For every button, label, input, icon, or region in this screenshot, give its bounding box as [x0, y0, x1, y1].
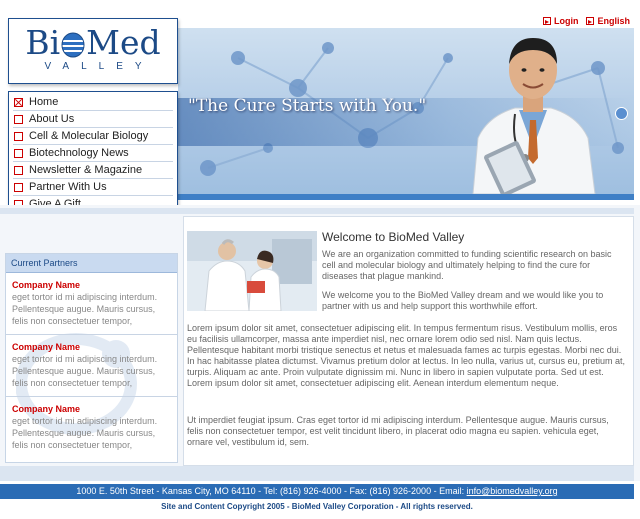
nav-item-label: Newsletter & Magazine — [29, 164, 143, 176]
checkbox-icon — [14, 148, 23, 158]
welcome-heading: Welcome to BioMed Valley — [322, 230, 465, 244]
footer-email-link[interactable]: info@biomedvalley.org — [467, 486, 558, 496]
logo-text-left: Bi — [25, 23, 61, 62]
sidebar-title: Current Partners — [6, 254, 177, 273]
lab-photo — [187, 231, 317, 311]
nav-item-label: Cell & Molecular Biology — [29, 130, 149, 142]
top-links: Login English — [542, 16, 630, 26]
checked-box-icon — [14, 97, 23, 107]
footer-address: 1000 E. 50th Street - Kansas City, MO 64… — [76, 486, 465, 496]
arrow-icon — [542, 17, 551, 25]
partner-name-link[interactable]: Company Name — [12, 403, 171, 415]
login-label: Login — [553, 16, 579, 26]
body-paragraph-1: Lorem ipsum dolor sit amet, consectetuer… — [187, 323, 626, 388]
arrow-icon — [586, 17, 595, 25]
globe-icon — [61, 32, 85, 58]
header-strip — [178, 194, 634, 200]
banner-scroll-indicator[interactable] — [615, 107, 628, 120]
language-link[interactable]: English — [586, 16, 630, 26]
checkbox-icon — [14, 114, 23, 124]
doctor-photo — [472, 38, 596, 194]
tagline: "The Cure Starts with You." — [188, 96, 427, 116]
login-link[interactable]: Login — [542, 16, 579, 26]
nav-item-about-us[interactable]: About Us — [13, 111, 173, 128]
nav-item-label: Home — [29, 96, 59, 108]
body-paragraph-2: Ut imperdiet feugiat ipsum. Cras eget to… — [187, 415, 609, 447]
checkbox-icon — [14, 165, 23, 175]
partner-item: Company Name eget tortor id mi adipiscing… — [6, 335, 177, 397]
checkbox-icon — [14, 182, 23, 192]
content-bottom-strip — [0, 466, 634, 481]
partner-list: Company Name eget tortor id mi adipiscing… — [6, 273, 177, 459]
footer-bar: 1000 E. 50th Street - Kansas City, MO 64… — [0, 484, 634, 499]
hero-banner: "The Cure Starts with You." — [178, 28, 634, 194]
nav-item-partner-with-us[interactable]: Partner With Us — [13, 179, 173, 196]
nav-item-label: Partner With Us — [29, 181, 107, 193]
welcome-paragraph-2: We welcome you to the BioMed Valley drea… — [322, 290, 604, 311]
welcome-paragraph-1: We are an organization committed to fund… — [322, 249, 612, 281]
main-content: Welcome to BioMed Valley We are an organ… — [183, 216, 634, 466]
header: "The Cure Starts with You." Login Englis… — [0, 0, 640, 249]
partners-sidebar: Current Partners Company Name eget tortor… — [5, 253, 178, 463]
logo-subtitle: VALLEY — [44, 61, 154, 72]
partner-name-link[interactable]: Company Name — [12, 341, 171, 353]
nav-item-newsletter-magazine[interactable]: Newsletter & Magazine — [13, 162, 173, 179]
nav-item-label: Biotechnology News — [29, 147, 129, 159]
partner-description: eget tortor id mi adipiscing interdum. P… — [12, 354, 158, 388]
partner-item: Company Name eget tortor id mi adipiscing… — [6, 273, 177, 335]
nav-item-cell-molecular-biology[interactable]: Cell & Molecular Biology — [13, 128, 173, 145]
language-label: English — [597, 16, 630, 26]
partner-description: eget tortor id mi adipiscing interdum. P… — [12, 292, 158, 326]
nav-item-home[interactable]: Home — [13, 94, 173, 111]
checkbox-icon — [14, 131, 23, 141]
partner-description: eget tortor id mi adipiscing interdum. P… — [12, 416, 158, 450]
partner-item: Company Name eget tortor id mi adipiscing… — [6, 397, 177, 459]
logo-text-right: Med — [86, 23, 161, 62]
content-divider — [0, 208, 634, 214]
logo[interactable]: Bi Med VALLEY — [8, 18, 178, 84]
logo-wordmark: Bi Med — [9, 25, 177, 61]
partner-name-link[interactable]: Company Name — [12, 279, 171, 291]
nav-item-label: About Us — [29, 113, 75, 125]
nav-item-biotechnology-news[interactable]: Biotechnology News — [13, 145, 173, 162]
copyright: Site and Content Copyright 2005 - BioMed… — [161, 502, 473, 511]
